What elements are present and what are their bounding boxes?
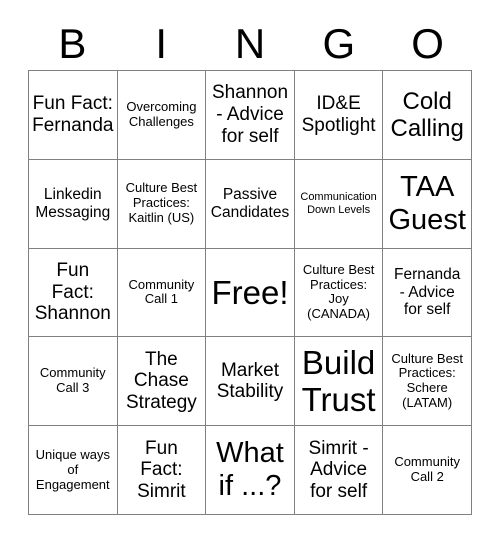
bingo-cell-r1c1[interactable]: Fun Fact: Fernanda [29, 71, 118, 160]
bingo-cell-text: What if ...? [216, 437, 284, 503]
bingo-cell-text: Free! [211, 273, 289, 311]
bingo-cell-text: Culture Best Practices: Schere (LATAM) [391, 350, 463, 411]
bingo-cell-r2c2[interactable]: Culture Best Practices: Kaitlin (US) [117, 159, 207, 249]
bingo-cell-r5c3[interactable]: What if ...? [206, 426, 295, 515]
bingo-header-letter-i: I [155, 20, 168, 67]
bingo-cell-text: Communication Down Levels [300, 191, 377, 216]
bingo-cell-r5c4[interactable]: Simrit - Advice for self [294, 426, 384, 515]
bingo-cell-r1c2[interactable]: Overcoming Challenges [117, 71, 207, 160]
bingo-cell-text: Fun Fact: Simrit [137, 437, 186, 502]
bingo-cell-r2c5[interactable]: TAA Guest [383, 159, 472, 249]
bingo-cell-text: Overcoming Challenges [126, 99, 197, 129]
bingo-cell-text: The Chase Strategy [126, 348, 197, 414]
bingo-cell-text: Fun Fact: Shannon [34, 260, 111, 325]
bingo-cell-r5c5[interactable]: Community Call 2 [383, 426, 472, 515]
bingo-cell-text: Community Call 3 [39, 365, 106, 396]
bingo-cell-text: ID&E Spotlight [301, 93, 376, 136]
bingo-header-letter-n: N [234, 20, 266, 67]
bingo-cell-r1c4[interactable]: ID&E Spotlight [294, 71, 384, 160]
bingo-cell-r4c4[interactable]: Build Trust [294, 337, 384, 427]
bingo-cell-text: Culture Best Practices: Joy (CANADA) [302, 261, 375, 322]
bingo-cell-r2c1[interactable]: Linkedin Messaging [29, 159, 118, 249]
bingo-cell-r2c4[interactable]: Communication Down Levels [294, 159, 384, 249]
bingo-cell-r5c2[interactable]: Fun Fact: Simrit [117, 426, 207, 515]
bingo-header-letter-b: B [58, 20, 87, 67]
bingo-cell-text: Community Call 1 [128, 276, 195, 307]
bingo-cell-r4c2[interactable]: The Chase Strategy [117, 337, 207, 427]
bingo-header-letter-g: G [322, 20, 356, 67]
bingo-cell-r4c3[interactable]: Market Stability [206, 337, 295, 427]
bingo-cell-r3c4[interactable]: Culture Best Practices: Joy (CANADA) [294, 248, 384, 338]
bingo-header-letter-o: O [411, 20, 444, 67]
bingo-cell-r3c1[interactable]: Fun Fact: Shannon [29, 248, 118, 338]
bingo-cell-text: Cold Calling [390, 87, 464, 142]
bingo-cell-text: Culture Best Practices: Kaitlin (US) [125, 180, 198, 226]
bingo-cell-text: Fernanda - Advice for self [394, 266, 461, 319]
bingo-cell-r1c3[interactable]: Shannon - Advice for self [206, 71, 295, 160]
bingo-cell-text: Fun Fact: Fernanda [32, 93, 114, 136]
bingo-cell-text: Shannon - Advice for self [211, 82, 289, 147]
bingo-cell-r5c1[interactable]: Unique ways of Engagement [29, 426, 118, 515]
bingo-grid: Fun Fact: Fernanda Overcoming Challenges… [28, 70, 472, 515]
bingo-cell-text: Unique ways of Engagement [35, 446, 111, 492]
bingo-cell-r3c5[interactable]: Fernanda - Advice for self [383, 248, 472, 338]
bingo-header-row: B I N G O [28, 18, 472, 70]
bingo-cell-r3c2[interactable]: Community Call 1 [117, 248, 207, 338]
bingo-cell-r1c5[interactable]: Cold Calling [383, 71, 472, 160]
bingo-cell-text: Market Stability [216, 359, 284, 403]
bingo-card: B I N G O Fun Fact: Fernanda Overcoming … [0, 0, 500, 544]
bingo-cell-text: Simrit - Advice for self [308, 437, 369, 502]
bingo-cell-text: Build Trust [301, 343, 376, 419]
bingo-cell-text: Community Call 2 [394, 454, 461, 485]
bingo-cell-r2c3[interactable]: Passive Candidates [206, 159, 295, 249]
bingo-cell-r4c5[interactable]: Culture Best Practices: Schere (LATAM) [383, 337, 472, 427]
bingo-cell-text: Passive Candidates [210, 186, 290, 221]
bingo-cell-r4c1[interactable]: Community Call 3 [29, 337, 118, 427]
bingo-cell-text: Linkedin Messaging [35, 186, 111, 221]
bingo-cell-text: TAA Guest [388, 170, 466, 236]
bingo-cell-free-space[interactable]: Free! [206, 248, 295, 338]
